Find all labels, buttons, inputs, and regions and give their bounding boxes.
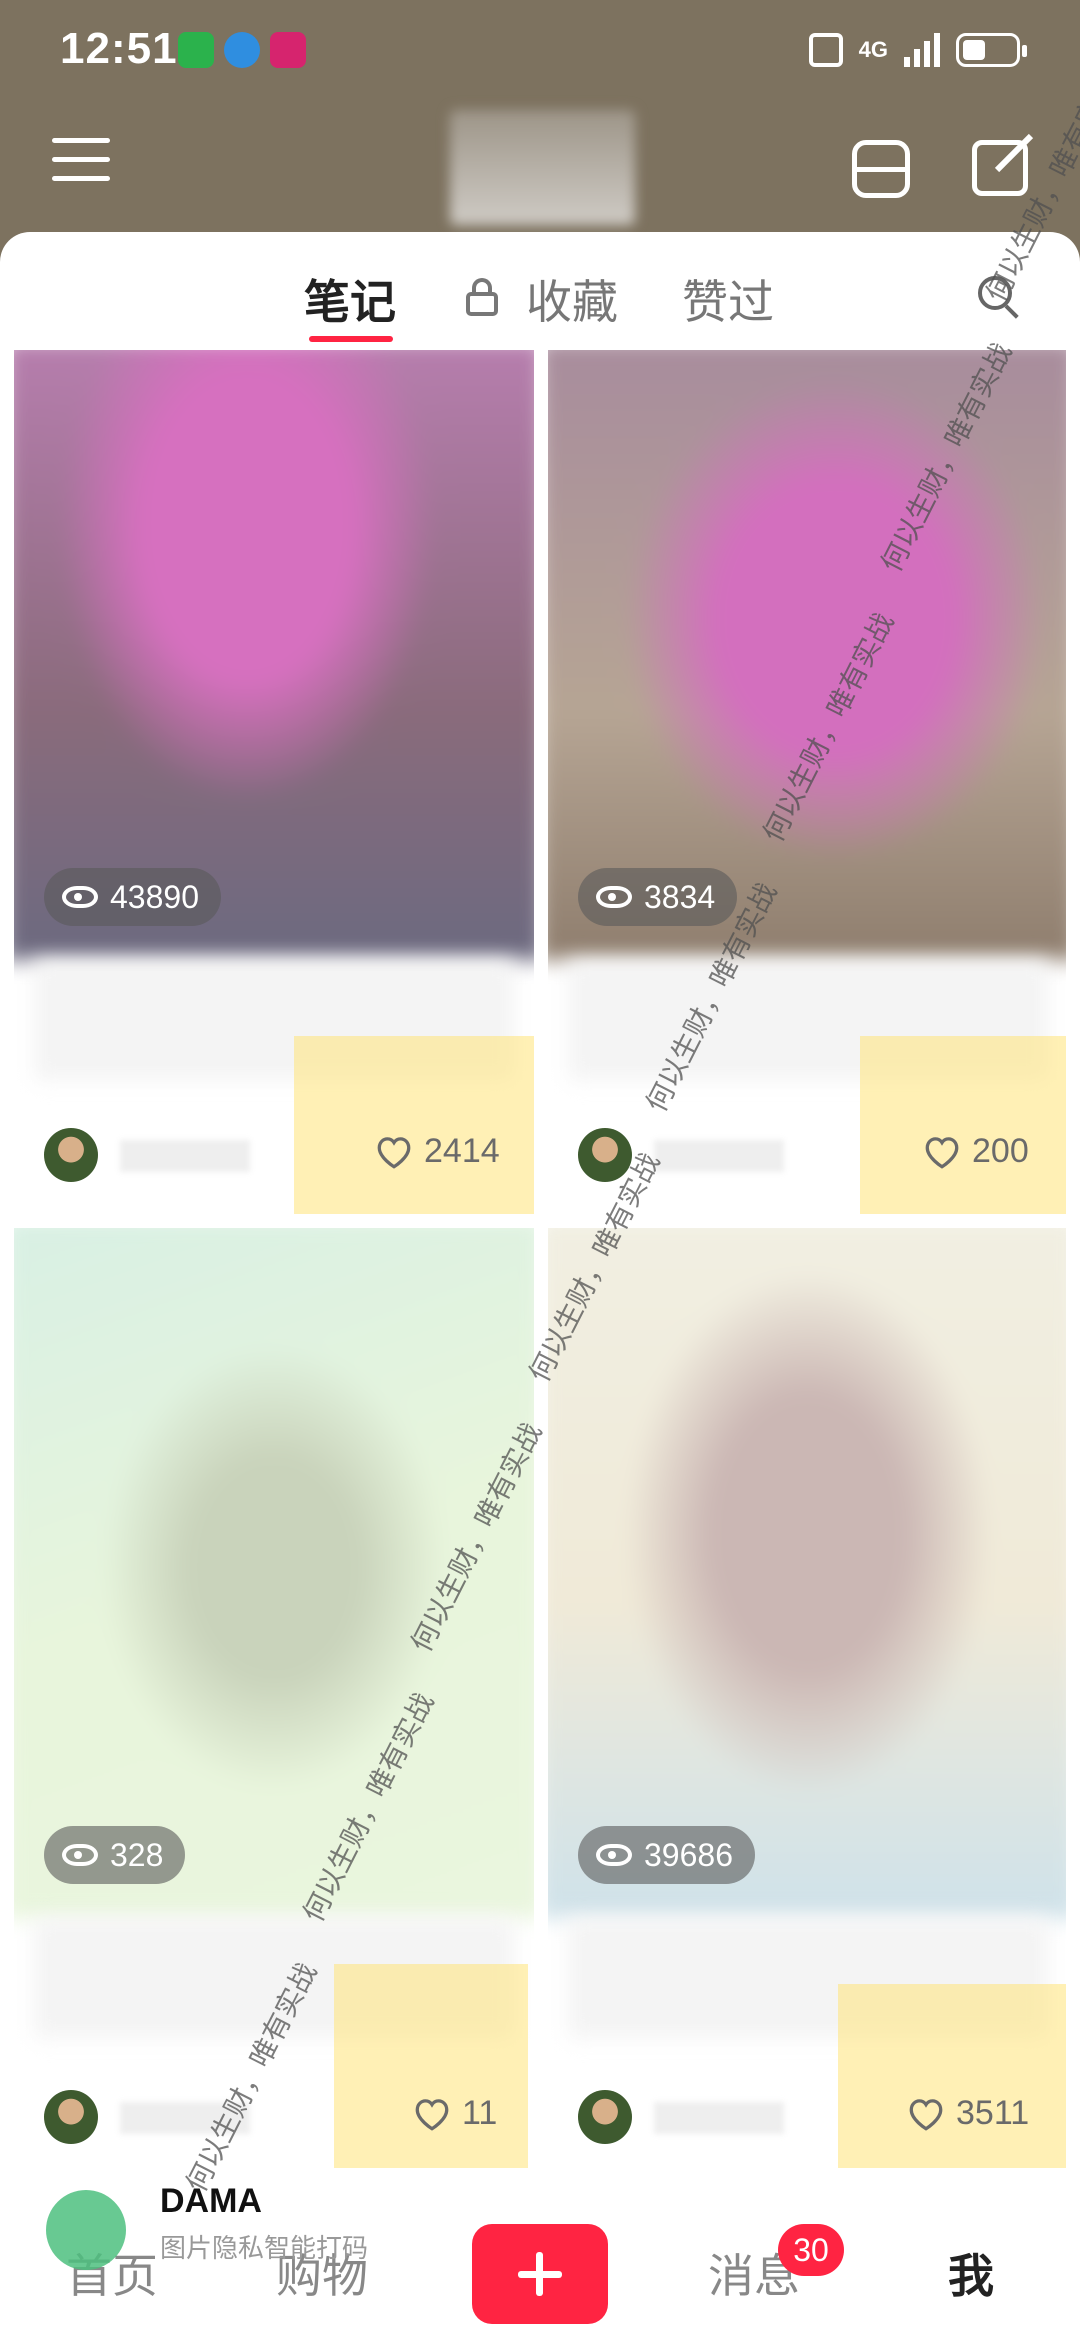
author-name-blurred	[654, 2102, 784, 2134]
privacy-mask	[838, 1984, 1066, 2168]
status-right-group: 4G	[808, 28, 1027, 72]
like-count-group[interactable]: 11	[412, 2094, 497, 2133]
menu-icon[interactable]	[52, 138, 110, 184]
tab-favorites[interactable]: 收藏	[526, 266, 618, 332]
view-count: 39686	[644, 1836, 733, 1873]
signal-icon	[904, 33, 940, 67]
eye-icon	[596, 886, 632, 908]
tab-active-indicator	[309, 336, 393, 342]
network-type: 4G	[858, 37, 888, 62]
like-count: 3511	[956, 2094, 1030, 2132]
like-count-group[interactable]: 2414	[374, 1132, 500, 1171]
like-count: 200	[972, 1132, 1029, 1170]
status-time: 12:51	[60, 24, 178, 73]
nav-me[interactable]: 我	[948, 2240, 994, 2306]
like-count: 11	[462, 2094, 498, 2132]
avatar	[578, 2090, 632, 2144]
eye-icon	[62, 1844, 98, 1866]
note-cover-image	[548, 1228, 1066, 1918]
view-count: 43890	[110, 878, 199, 915]
view-count: 3834	[644, 878, 716, 915]
note-card[interactable]: 43890 2414	[14, 350, 534, 1214]
privacy-mask	[294, 1036, 534, 1214]
edit-icon[interactable]	[972, 140, 1028, 196]
eye-icon	[62, 886, 98, 908]
lock-icon	[466, 278, 498, 316]
heart-icon	[412, 2096, 452, 2132]
create-post-button[interactable]	[472, 2224, 608, 2324]
view-count: 328	[110, 1836, 164, 1873]
eye-icon	[596, 1844, 632, 1866]
view-count-badge: 328	[44, 1826, 186, 1884]
tab-liked[interactable]: 赞过	[682, 266, 774, 332]
profile-name-blurred	[450, 110, 635, 225]
note-card[interactable]: 39686 3511	[548, 1228, 1066, 2168]
watermark-subtitle: 图片隐私智能打码	[160, 2233, 369, 2263]
heart-icon	[906, 2096, 946, 2132]
avatar	[44, 1128, 98, 1182]
wechat-icon	[178, 32, 214, 68]
dama-logo	[46, 2190, 126, 2270]
app-notification-icon	[270, 32, 306, 68]
vibrate-icon	[808, 33, 843, 67]
view-count-badge: 39686	[578, 1826, 755, 1884]
browser-icon	[224, 32, 260, 68]
author-name-blurred	[654, 1140, 784, 1172]
privacy-mask	[334, 1964, 528, 2168]
privacy-mask	[860, 1036, 1066, 1214]
like-count: 2414	[424, 1132, 500, 1170]
avatar	[44, 2090, 98, 2144]
profile-tabs: 笔记 收藏 赞过	[0, 260, 1080, 350]
like-count-group[interactable]: 3511	[906, 2094, 1029, 2133]
messages-badge: 30	[778, 2224, 844, 2276]
tab-notes[interactable]: 笔记	[304, 266, 396, 332]
battery-icon	[956, 33, 1027, 67]
view-count-badge: 3834	[578, 868, 738, 926]
heart-icon	[374, 1134, 414, 1170]
heart-icon	[922, 1134, 962, 1170]
view-count-badge: 43890	[44, 868, 221, 926]
scan-icon[interactable]	[852, 140, 910, 198]
author-name-blurred	[120, 1140, 250, 1172]
like-count-group[interactable]: 200	[922, 1132, 1029, 1171]
